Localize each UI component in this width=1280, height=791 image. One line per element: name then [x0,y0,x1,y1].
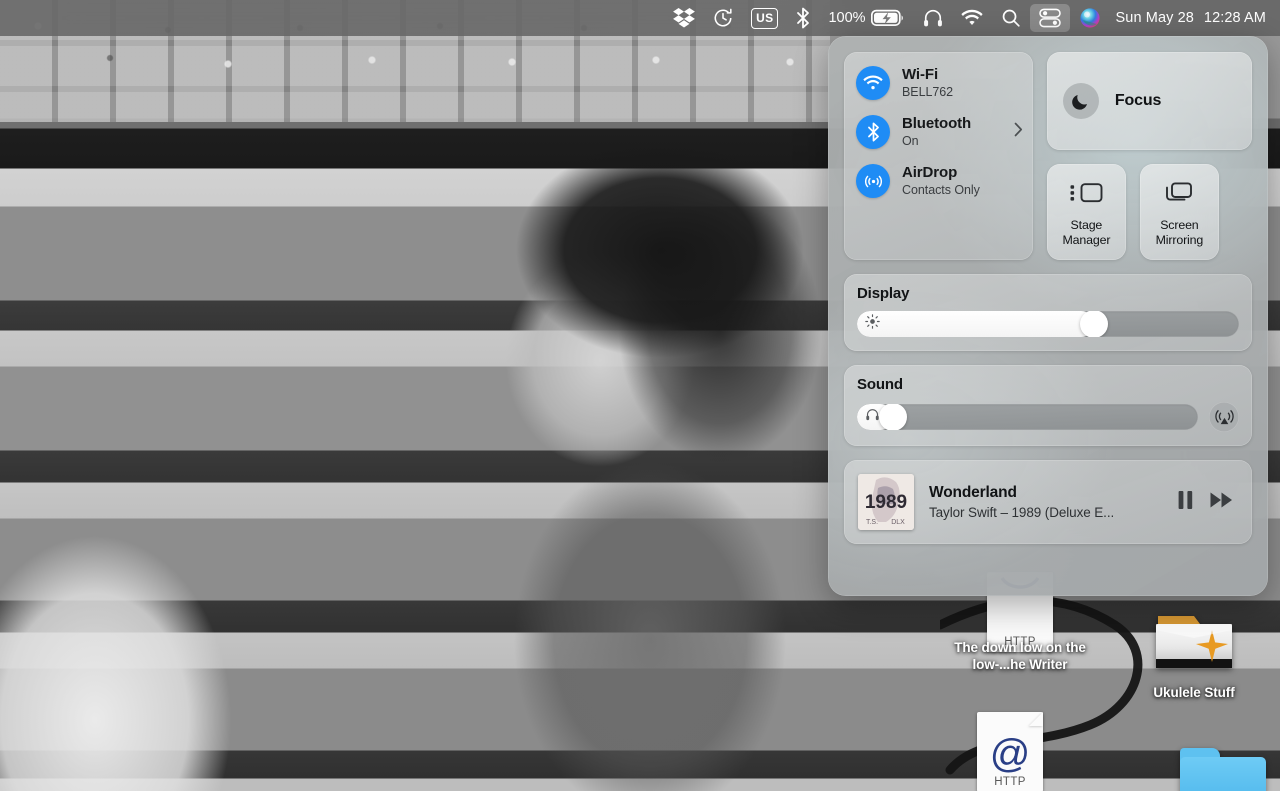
airdrop-toggle[interactable]: AirDrop Contacts Only [856,164,1021,198]
control-center-top-row: Wi-Fi BELL762 Bluetooth On [844,52,1252,260]
control-center-right-column: Focus Stage Manager [1047,52,1252,260]
menu-bar-date: Sun May 28 [1116,10,1194,26]
bluetooth-status: On [902,134,971,148]
time-machine-icon[interactable] [704,4,742,32]
moon-icon [1063,83,1099,119]
volume-slider[interactable] [857,404,1198,430]
brightness-slider[interactable] [857,311,1239,337]
display-title: Display [857,285,1239,302]
screen-mirroring-label: Screen Mirroring [1140,218,1219,247]
now-playing-module: 1989 T.S. DLX Wonderland Taylor Swift – … [844,460,1252,544]
menu-bar-time: 12:28 AM [1204,10,1266,26]
album-art-title: 1989 [865,492,907,513]
web-link-the-down-low[interactable]: The down low on the low-...he Writer [940,640,1100,674]
siri-icon[interactable] [1070,4,1110,32]
keyboard-input-indicator[interactable]: US [742,4,787,32]
now-playing-track: Wonderland [929,484,1162,502]
battery-icon[interactable]: 100% [819,4,913,32]
control-center-small-tiles: Stage Manager Screen Mirroring [1047,164,1252,260]
airdrop-icon [856,164,890,198]
at-symbol-icon: @ [990,734,1031,774]
battery-percent-label: 100% [828,10,865,26]
control-center-icon[interactable] [1030,4,1070,32]
wifi-title: Wi-Fi [902,67,953,84]
album-art-sub-right: DLX [891,519,905,526]
menu-bar: US 100% [0,0,1280,36]
airplay-icon[interactable] [1209,402,1239,432]
chevron-right-icon[interactable] [1014,122,1023,142]
focus-label: Focus [1115,92,1161,110]
folder-icon [1180,748,1266,791]
blue-folder[interactable] [1143,748,1280,791]
control-center-panel: Wi-Fi BELL762 Bluetooth On [828,36,1268,596]
http-document-icon: @ HTTP [977,712,1043,791]
folder-ukulele-stuff[interactable]: Ukulele Stuff [1114,612,1274,702]
bluetooth-title: Bluetooth [902,116,971,133]
wifi-toggle[interactable]: Wi-Fi BELL762 [856,66,1021,100]
wifi-icon[interactable] [952,4,992,32]
sound-module: Sound [844,365,1252,446]
bluetooth-icon [856,115,890,149]
now-playing-artist-album: Taylor Swift – 1989 (Deluxe E... [929,505,1162,520]
focus-tile[interactable]: Focus [1047,52,1252,150]
http-shortcut-at[interactable]: @ HTTP [930,712,1090,791]
dropbox-icon[interactable] [664,4,704,32]
spotlight-search-icon[interactable] [992,4,1030,32]
headphones-icon[interactable] [914,4,952,32]
screen-mirroring-icon [1163,180,1195,211]
folder-label: Ukulele Stuff [1153,685,1234,702]
brightness-slider-fill [857,311,1094,337]
fast-forward-icon[interactable] [1210,491,1234,514]
headphones-icon [865,407,880,427]
wifi-network-name: BELL762 [902,85,953,99]
brightness-slider-knob[interactable] [1080,311,1108,337]
album-art-sub-left: T.S. [866,519,878,526]
stage-manager-tile[interactable]: Stage Manager [1047,164,1126,260]
keyboard-layout-label: US [751,8,778,29]
album-art[interactable]: 1989 T.S. DLX [858,474,914,530]
sound-title: Sound [857,376,1239,393]
menu-bar-clock[interactable]: Sun May 28 12:28 AM [1110,10,1270,26]
stage-manager-label: Stage Manager [1047,218,1126,247]
http-caption: HTTP [994,776,1026,788]
brightness-icon [865,314,880,334]
bluetooth-icon[interactable] [787,4,819,32]
web-link-label: The down low on the low-...he Writer [940,640,1100,674]
pause-icon[interactable] [1177,490,1194,515]
airdrop-title: AirDrop [902,165,980,182]
image-folder-icon [1150,612,1238,680]
display-module: Display [844,274,1252,351]
connectivity-module: Wi-Fi BELL762 Bluetooth On [844,52,1033,260]
airdrop-status: Contacts Only [902,183,980,197]
volume-slider-knob[interactable] [879,404,907,430]
wifi-icon [856,66,890,100]
screen-mirroring-tile[interactable]: Screen Mirroring [1140,164,1219,260]
bluetooth-toggle[interactable]: Bluetooth On [856,115,1021,149]
stage-manager-icon [1069,180,1103,211]
